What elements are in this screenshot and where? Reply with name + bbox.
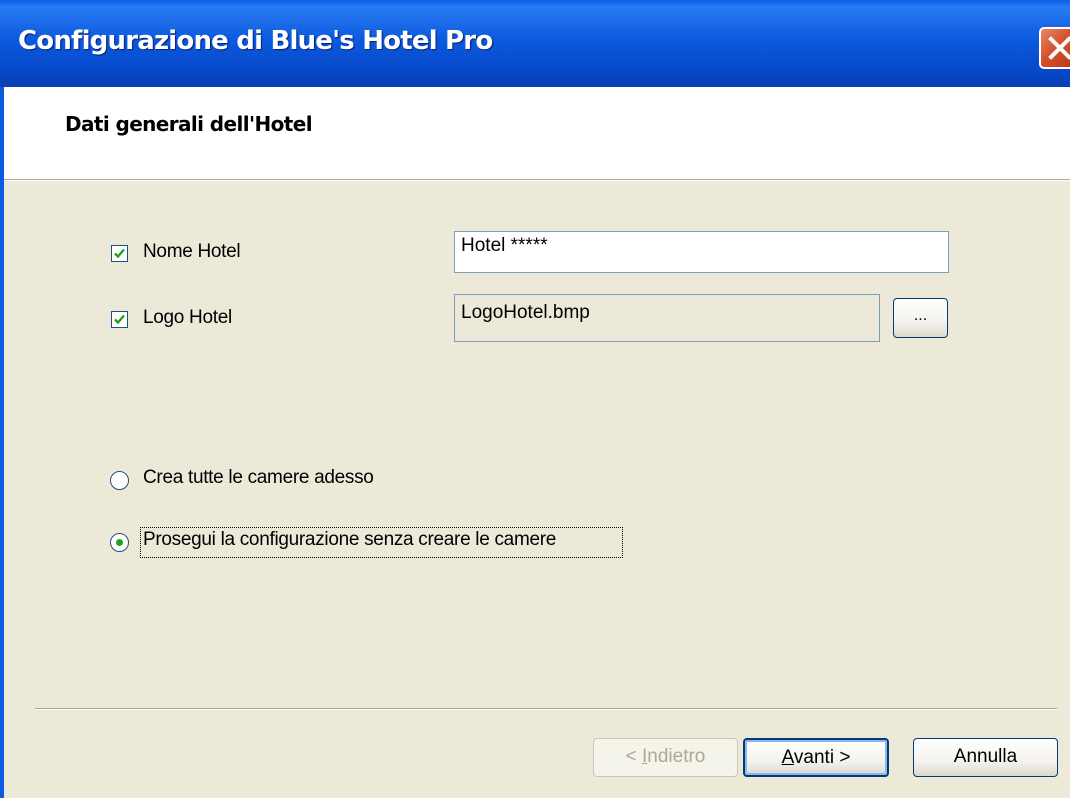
window-title: Configurazione di Blue's Hotel Pro	[18, 26, 493, 56]
check-icon	[114, 314, 125, 325]
back-button[interactable]: < Indietro	[593, 738, 738, 777]
footer-divider-highlight	[35, 709, 1057, 710]
check-icon	[114, 248, 125, 259]
header-divider-highlight	[4, 180, 1070, 181]
back-button-prefix: <	[625, 746, 642, 767]
cancel-button[interactable]: Annulla	[913, 738, 1058, 777]
next-button-label: vanti >	[793, 747, 851, 768]
nome-hotel-checkbox[interactable]	[111, 245, 128, 262]
crea-camere-label[interactable]: Crea tutte le camere adesso	[143, 467, 374, 489]
browse-logo-button[interactable]: ...	[893, 298, 948, 338]
back-button-label: ndietro	[647, 746, 706, 767]
nome-hotel-label[interactable]: Nome Hotel	[143, 241, 241, 263]
next-button[interactable]: Avanti >	[743, 738, 889, 777]
next-button-hotkey: A	[781, 747, 794, 768]
nome-hotel-value: Hotel *****	[461, 235, 548, 256]
nome-hotel-input[interactable]: Hotel *****	[454, 231, 949, 273]
logo-hotel-checkbox[interactable]	[111, 311, 128, 328]
window-frame-left	[0, 87, 4, 798]
close-button[interactable]	[1039, 27, 1070, 69]
page-title: Dati generali dell'Hotel	[65, 112, 313, 136]
prosegui-radio[interactable]	[110, 533, 129, 552]
prosegui-label[interactable]: Prosegui la configurazione senza creare …	[143, 529, 556, 551]
logo-hotel-value: LogoHotel.bmp	[461, 302, 590, 323]
logo-hotel-path-field[interactable]: LogoHotel.bmp	[454, 294, 880, 342]
logo-hotel-label[interactable]: Logo Hotel	[143, 307, 232, 329]
crea-camere-radio[interactable]	[110, 471, 129, 490]
wizard-header: Dati generali dell'Hotel	[4, 87, 1070, 179]
close-icon	[1048, 36, 1070, 60]
radio-selected-dot	[116, 539, 123, 546]
title-bar[interactable]: Configurazione di Blue's Hotel Pro	[0, 0, 1070, 87]
